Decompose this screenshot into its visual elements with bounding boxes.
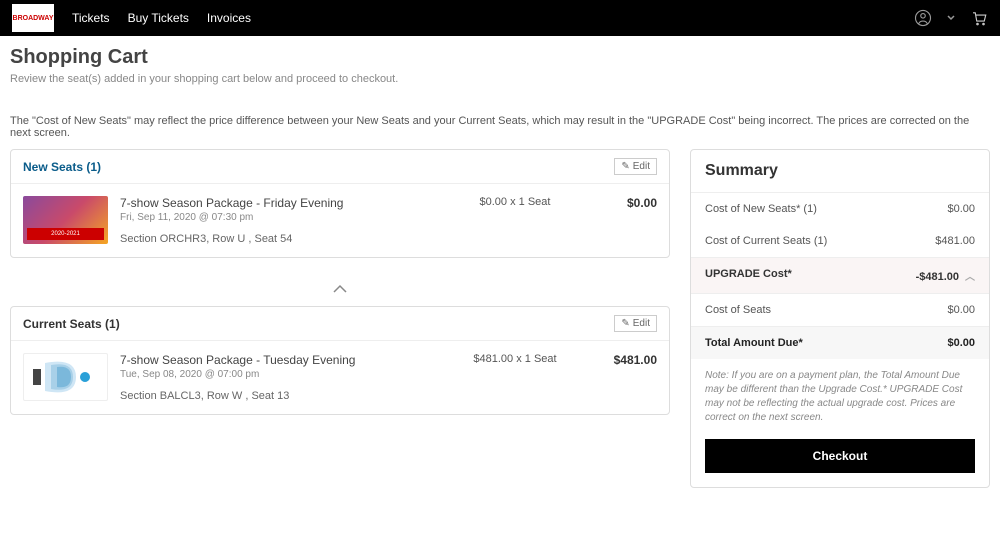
summary-seats-label: Cost of Seats xyxy=(705,304,771,316)
item-date: Fri, Sep 11, 2020 @ 07:30 pm xyxy=(120,212,443,223)
nav-invoices[interactable]: Invoices xyxy=(207,11,251,25)
summary-new-label: Cost of New Seats* (1) xyxy=(705,203,817,215)
nav-tickets[interactable]: Tickets xyxy=(72,11,110,25)
item-price-each: $0.00 x 1 Seat xyxy=(455,196,575,245)
chevron-up-icon[interactable]: ︿ xyxy=(965,272,975,283)
seatmap-thumbnail xyxy=(23,353,108,401)
show-thumbnail: 2020-2021 xyxy=(23,196,108,244)
summary-card: Summary Cost of New Seats* (1) $0.00 Cost… xyxy=(690,149,990,488)
item-price-each: $481.00 x 1 Seat xyxy=(455,353,575,402)
account-icon[interactable] xyxy=(914,9,932,27)
summary-total-label: Total Amount Due* xyxy=(705,337,803,349)
current-seats-title: Current Seats (1) xyxy=(23,317,120,331)
item-name: 7-show Season Package - Friday Evening xyxy=(120,196,443,210)
current-seat-item: 7-show Season Package - Tuesday Evening … xyxy=(11,341,669,414)
nav-buy-tickets[interactable]: Buy Tickets xyxy=(128,11,189,25)
item-total: $481.00 xyxy=(587,353,657,402)
pencil-icon: ✎ xyxy=(621,318,629,329)
item-total: $0.00 xyxy=(587,196,657,245)
checkout-button[interactable]: Checkout xyxy=(705,439,975,473)
summary-current-value: $481.00 xyxy=(935,235,975,247)
logo[interactable]: BROADWAY xyxy=(12,4,54,32)
summary-new-value: $0.00 xyxy=(947,203,975,215)
chevron-up-icon[interactable] xyxy=(10,276,670,306)
item-name: 7-show Season Package - Tuesday Evening xyxy=(120,353,443,367)
summary-title: Summary xyxy=(691,150,989,193)
item-section: Section BALCL3, Row W , Seat 13 xyxy=(120,390,443,402)
edit-current-seats-button[interactable]: ✎Edit xyxy=(614,315,657,332)
summary-upgrade-label: UPGRADE Cost* xyxy=(705,268,792,283)
summary-seats-value: $0.00 xyxy=(947,304,975,316)
new-seats-title: New Seats (1) xyxy=(23,160,101,174)
current-seats-card: Current Seats (1) ✎Edit 7-show Season Pa… xyxy=(10,306,670,415)
item-date: Tue, Sep 08, 2020 @ 07:00 pm xyxy=(120,369,443,380)
page-title: Shopping Cart xyxy=(10,46,990,69)
summary-upgrade-value: -$481.00 xyxy=(916,271,959,283)
price-notice: The "Cost of New Seats" may reflect the … xyxy=(10,115,990,139)
summary-note: Note: If you are on a payment plan, the … xyxy=(691,359,989,435)
chevron-down-icon[interactable] xyxy=(946,13,956,23)
item-section: Section ORCHR3, Row U , Seat 54 xyxy=(120,233,443,245)
summary-current-label: Cost of Current Seats (1) xyxy=(705,235,827,247)
edit-new-seats-button[interactable]: ✎Edit xyxy=(614,158,657,175)
summary-total-value: $0.00 xyxy=(947,337,975,349)
new-seat-item: 2020-2021 7-show Season Package - Friday… xyxy=(11,184,669,257)
pencil-icon: ✎ xyxy=(621,161,629,172)
top-nav: BROADWAY Tickets Buy Tickets Invoices xyxy=(0,0,1000,36)
cart-icon[interactable] xyxy=(970,9,988,27)
page-subtitle: Review the seat(s) added in your shoppin… xyxy=(10,73,990,85)
new-seats-card: New Seats (1) ✎Edit 2020-2021 7-show Sea… xyxy=(10,149,670,258)
